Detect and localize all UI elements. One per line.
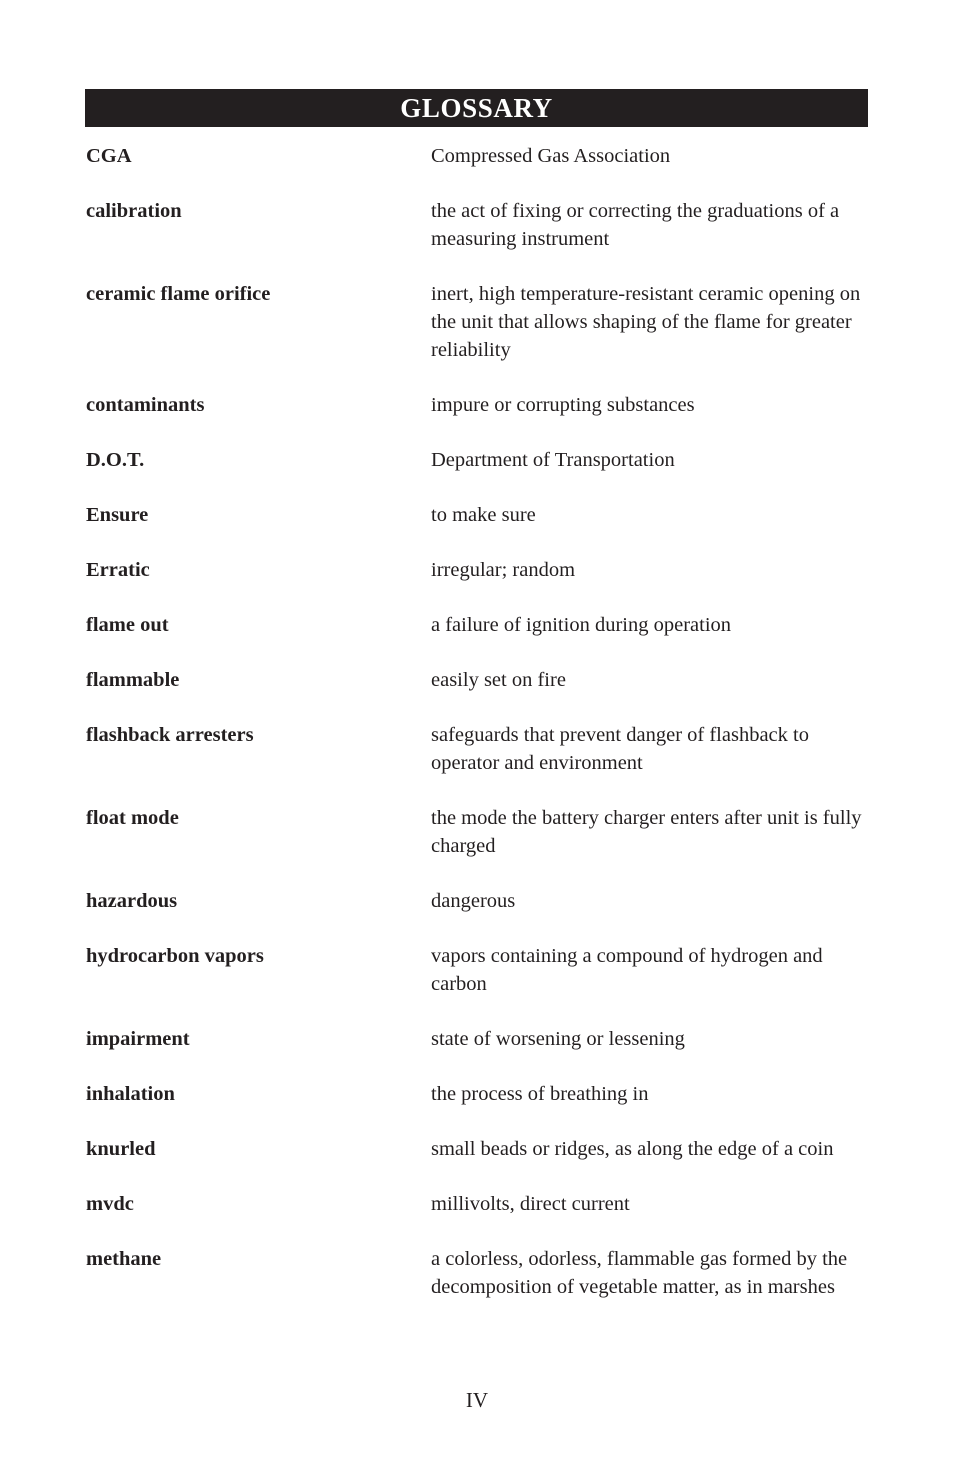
glossary-entry: flammable easily set on fire	[86, 666, 876, 694]
glossary-entry: mvdc millivolts, direct current	[86, 1190, 876, 1218]
glossary-entry: impairment state of worsening or lessenin…	[86, 1025, 876, 1053]
glossary-term: impairment	[86, 1028, 190, 1050]
glossary-definition: irregular; random	[431, 559, 576, 581]
glossary-entry: float mode the mode the battery charger e…	[86, 804, 876, 860]
glossary-definition: small beads or ridges, as along the edge…	[431, 1138, 834, 1160]
glossary-term: knurled	[86, 1138, 156, 1160]
glossary-entry: hydrocarbon vapors vapors containing a co…	[86, 942, 876, 998]
glossary-definition: dangerous	[431, 890, 516, 912]
glossary-entry: knurled small beads or ridges, as along t…	[86, 1135, 876, 1163]
glossary-entry-list: CGA Compressed Gas Association calibration…	[86, 142, 876, 1328]
glossary-term: flammable	[86, 669, 180, 691]
page-title: GLOSSARY	[400, 92, 553, 123]
glossary-definition: to make sure	[431, 504, 536, 526]
glossary-definition: easily set on fire	[431, 669, 566, 691]
glossary-definition: vapors containing a compound of hydrogen…	[431, 945, 828, 995]
glossary-definition: the mode the battery charger enters afte…	[431, 807, 867, 857]
glossary-definition: safeguards that prevent danger of flashb…	[431, 724, 815, 774]
glossary-definition: a colorless, odorless, flammable gas for…	[431, 1248, 853, 1298]
glossary-term: Ensure	[86, 504, 149, 526]
glossary-term: mvdc	[86, 1193, 134, 1215]
glossary-term: float mode	[86, 807, 179, 829]
glossary-term: ceramic flame orifice	[86, 283, 271, 305]
glossary-term: calibration	[86, 200, 182, 222]
glossary-definition: inert, high temperature-resistant cerami…	[431, 283, 866, 361]
glossary-definition: Compressed Gas Association	[431, 145, 671, 167]
glossary-entry: calibration the act of fixing or correcti…	[86, 197, 876, 253]
glossary-definition: the process of breathing in	[431, 1083, 649, 1105]
page-number: IV	[465, 1388, 489, 1412]
glossary-page: GLOSSARY CGA Compressed Gas Association ca…	[0, 0, 954, 1475]
glossary-term: CGA	[86, 145, 132, 167]
glossary-term: inhalation	[86, 1083, 175, 1105]
glossary-term: Erratic	[86, 559, 150, 581]
glossary-definition: state of worsening or lessening	[431, 1028, 685, 1050]
glossary-entry: Ensure to make sure	[86, 501, 876, 529]
glossary-entry: methane a colorless, odorless, flammable …	[86, 1245, 876, 1301]
glossary-entry: hazardous dangerous	[86, 887, 876, 915]
glossary-entry: Erratic irregular; random	[86, 556, 876, 584]
glossary-entry: ceramic flame orifice inert, high tempera…	[86, 280, 876, 364]
glossary-entry: inhalation the process of breathing in	[86, 1080, 876, 1108]
glossary-entry: contaminants impure or corrupting substan…	[86, 391, 876, 419]
glossary-entry: flashback arresters safeguards that preve…	[86, 721, 876, 777]
glossary-term: hazardous	[86, 890, 178, 912]
glossary-definition: impure or corrupting substances	[431, 394, 695, 416]
glossary-term: flashback arresters	[86, 724, 254, 746]
glossary-term: methane	[86, 1248, 162, 1270]
glossary-term: flame out	[86, 614, 169, 636]
glossary-entry: D.O.T. Department of Transportation	[86, 446, 876, 474]
glossary-definition: a failure of ignition during operation	[431, 614, 732, 636]
glossary-definition: Department of Transportation	[431, 449, 675, 471]
glossary-header-bar: GLOSSARY	[85, 89, 868, 127]
glossary-entry: flame out a failure of ignition during op…	[86, 611, 876, 639]
glossary-term: D.O.T.	[86, 449, 145, 471]
glossary-definition: the act of fixing or correcting the grad…	[431, 200, 855, 250]
glossary-term: hydrocarbon vapors	[86, 945, 264, 967]
glossary-term: contaminants	[86, 394, 205, 416]
glossary-entry: CGA Compressed Gas Association	[86, 142, 876, 170]
glossary-definition: millivolts, direct current	[431, 1193, 630, 1215]
